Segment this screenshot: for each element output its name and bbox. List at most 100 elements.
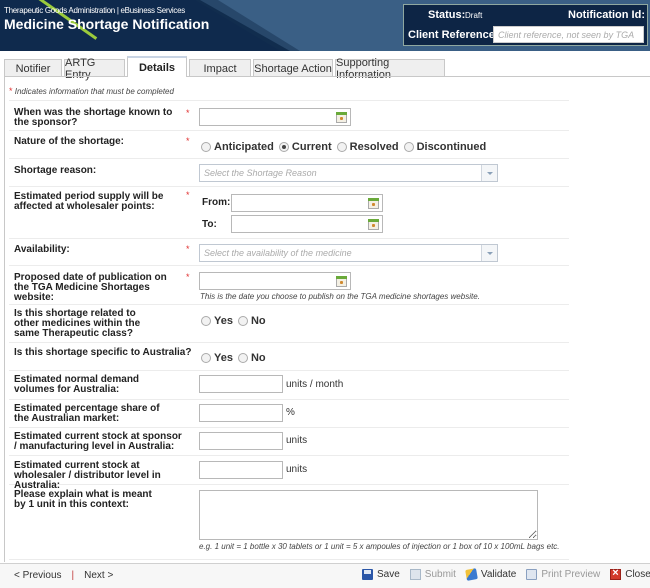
row-divider — [9, 559, 569, 560]
row-divider — [9, 238, 569, 239]
nature-option-resolved[interactable]: Resolved — [336, 141, 399, 153]
org-name: Therapeutic Goods Administration | eBusi… — [4, 6, 185, 15]
demand-input[interactable] — [199, 375, 283, 393]
period-from-date-input[interactable] — [231, 194, 383, 212]
tab-artg-entry[interactable]: ARTG Entry — [64, 57, 125, 81]
specific-option-no[interactable]: No — [237, 352, 266, 364]
radio-button-checked[interactable] — [278, 142, 289, 152]
required-note-text: Indicates information that must be compl… — [14, 87, 174, 96]
tab-shortage-action[interactable]: Shortage Action — [253, 59, 333, 77]
calendar-icon[interactable] — [368, 198, 379, 209]
row-divider — [9, 370, 569, 371]
stock-sponsor-unit: units — [286, 435, 308, 446]
from-label: From: — [202, 197, 231, 208]
demand-label: Estimated normal demand volumes for Aust… — [14, 374, 140, 395]
stock-wholesaler-input[interactable] — [199, 461, 283, 479]
calendar-icon[interactable] — [368, 219, 379, 230]
print-preview-button[interactable]: Print Preview — [526, 569, 600, 580]
nature-option-current[interactable]: Current — [278, 141, 332, 153]
radio-button[interactable] — [336, 142, 347, 152]
radio-button[interactable] — [403, 142, 414, 152]
action-bar: Save Submit Validate Print Preview Close — [362, 567, 650, 581]
status-panel: Status: Draft Notification Id: Client Re… — [403, 4, 648, 46]
availability-placeholder: Select the availability of the medicine — [204, 248, 352, 258]
status-value: Draft — [465, 11, 483, 20]
row-divider — [9, 158, 569, 159]
status-label: Status: — [428, 9, 466, 21]
validate-button[interactable]: Validate — [465, 568, 516, 581]
row-divider — [9, 399, 569, 400]
required-star: * — [9, 86, 13, 96]
pager: < Previous | Next > — [14, 570, 113, 581]
chevron-down-icon[interactable] — [481, 165, 497, 181]
unit-explain-textarea[interactable] — [199, 490, 538, 540]
required-star: * — [186, 244, 190, 254]
tab-bar: Notifier ARTG Entry Details Impact Short… — [4, 56, 447, 81]
required-star: * — [186, 190, 190, 200]
nature-option-discontinued[interactable]: Discontinued — [403, 141, 486, 153]
pager-separator: | — [71, 570, 75, 581]
tab-notifier[interactable]: Notifier — [4, 59, 62, 77]
tab-supporting-information[interactable]: Supporting Information — [335, 57, 445, 81]
publication-hint: This is the date you choose to publish o… — [200, 292, 480, 301]
tab-details[interactable]: Details — [127, 56, 187, 77]
publication-date-label: Proposed date of publication on the TGA … — [14, 272, 167, 303]
market-share-unit: % — [286, 407, 295, 418]
stock-sponsor-input[interactable] — [199, 432, 283, 450]
radio-button[interactable] — [201, 353, 211, 363]
related-option-no[interactable]: No — [237, 315, 266, 327]
shortage-reason-label: Shortage reason: — [14, 165, 97, 176]
validate-icon — [465, 568, 478, 581]
unit-explain-label: Please explain what is meant by 1 unit i… — [14, 489, 152, 510]
publication-date-input[interactable] — [199, 272, 351, 290]
client-reference-label: Client Reference: — [408, 29, 499, 41]
specific-radio-group: Yes No — [201, 352, 271, 364]
radio-button[interactable] — [201, 316, 211, 326]
save-button[interactable]: Save — [362, 569, 400, 580]
to-label: To: — [202, 219, 217, 230]
row-divider — [9, 186, 569, 187]
previous-link[interactable]: < Previous — [14, 570, 62, 581]
unit-explain-hint: e.g. 1 unit = 1 bottle x 30 tablets or 1… — [199, 542, 560, 551]
notification-id-label: Notification Id: — [568, 9, 645, 21]
save-icon — [362, 569, 373, 580]
client-reference-input[interactable] — [493, 26, 644, 43]
footer-toolbar: < Previous | Next > Save Submit Validate… — [0, 563, 650, 588]
calendar-icon[interactable] — [336, 112, 347, 123]
submit-icon — [409, 569, 421, 580]
specific-option-yes[interactable]: Yes — [201, 352, 233, 364]
shortage-reason-select[interactable]: Select the Shortage Reason — [199, 164, 498, 182]
close-icon — [610, 567, 622, 580]
row-divider — [9, 130, 569, 131]
next-link[interactable]: Next > — [84, 570, 113, 581]
radio-button[interactable] — [237, 353, 248, 363]
related-label: Is this shortage related to other medici… — [14, 308, 141, 339]
radio-button[interactable] — [201, 142, 211, 152]
radio-button[interactable] — [237, 316, 248, 326]
nature-option-anticipated[interactable]: Anticipated — [201, 141, 274, 153]
known-to-sponsor-label: When was the shortage known to the spons… — [14, 107, 173, 128]
period-label: Estimated period supply will be affected… — [14, 191, 164, 212]
tab-impact[interactable]: Impact — [189, 59, 251, 77]
availability-label: Availability: — [14, 244, 70, 255]
stock-wholesaler-unit: units — [286, 464, 308, 475]
stock-sponsor-label: Estimated current stock at sponsor / man… — [14, 431, 182, 452]
required-star: * — [186, 108, 190, 118]
submit-button[interactable]: Submit — [409, 569, 456, 580]
print-preview-icon — [526, 569, 538, 580]
availability-select[interactable]: Select the availability of the medicine — [199, 244, 498, 262]
close-button[interactable]: Close — [610, 567, 650, 580]
known-to-sponsor-date-input[interactable] — [199, 108, 351, 126]
required-note: * Indicates information that must be com… — [9, 86, 174, 96]
related-radio-group: Yes No — [201, 315, 271, 327]
period-to-date-input[interactable] — [231, 215, 383, 233]
related-option-yes[interactable]: Yes — [201, 315, 233, 327]
market-share-input[interactable] — [199, 404, 283, 422]
shortage-reason-placeholder: Select the Shortage Reason — [204, 168, 317, 178]
stock-wholesaler-label: Estimated current stock at wholesaler / … — [14, 460, 161, 491]
chevron-down-icon[interactable] — [481, 245, 497, 261]
row-divider — [9, 304, 569, 305]
demand-unit: units / month — [286, 379, 344, 390]
calendar-icon[interactable] — [336, 276, 347, 287]
required-star: * — [186, 272, 190, 282]
